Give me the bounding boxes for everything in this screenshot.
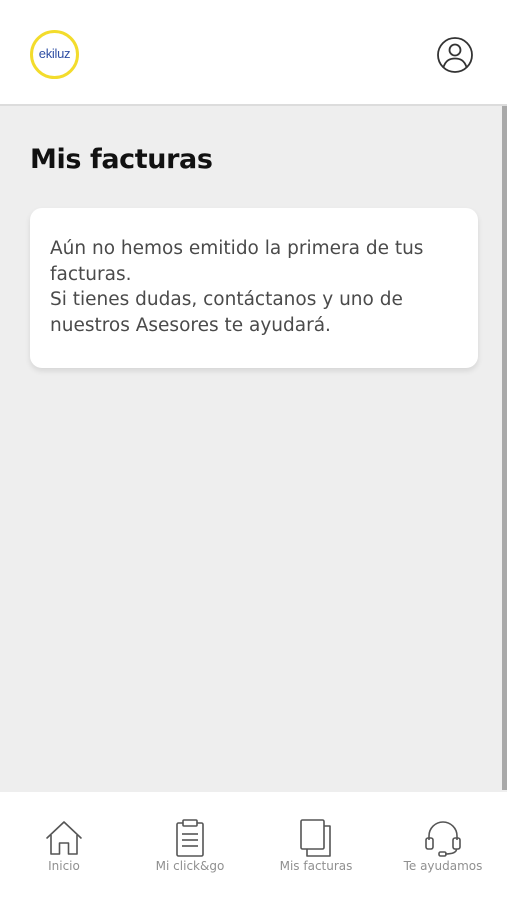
page-title: Mis facturas [30, 144, 213, 175]
nav-item-mi-clickgo[interactable]: Mi click&go [135, 818, 245, 873]
nav-item-mis-facturas[interactable]: Mis facturas [261, 818, 371, 873]
clipboard-icon [176, 819, 204, 857]
nav-item-inicio[interactable]: Inicio [9, 818, 119, 873]
logo-text: ekiluz [38, 46, 71, 61]
app-header: ekiluz [0, 0, 507, 106]
empty-message-line1: Aún no hemos emitido la primera de tus f… [50, 238, 424, 285]
empty-invoices-card: Aún no hemos emitido la primera de tus f… [30, 208, 478, 368]
nav-label-mis-facturas: Mis facturas [279, 859, 353, 873]
nav-label-mi-clickgo: Mi click&go [155, 859, 225, 873]
empty-message-line2: Si tienes dudas, contáctanos y uno de nu… [50, 289, 403, 336]
headset-icon [425, 821, 461, 857]
main-content: Mis facturas Aún no hemos emitido la pri… [0, 106, 507, 792]
ekiluz-logo[interactable]: ekiluz [30, 30, 79, 79]
home-icon [46, 821, 82, 855]
nav-label-te-ayudamos: Te ayudamos [403, 859, 483, 873]
bottom-nav: Inicio Mi click&go Mis facturas Te ayuda… [0, 792, 507, 900]
scrollbar[interactable] [502, 106, 507, 790]
nav-item-te-ayudamos[interactable]: Te ayudamos [388, 818, 498, 873]
nav-label-inicio: Inicio [48, 859, 80, 873]
user-circle-icon[interactable] [436, 36, 474, 74]
documents-icon [300, 819, 331, 857]
